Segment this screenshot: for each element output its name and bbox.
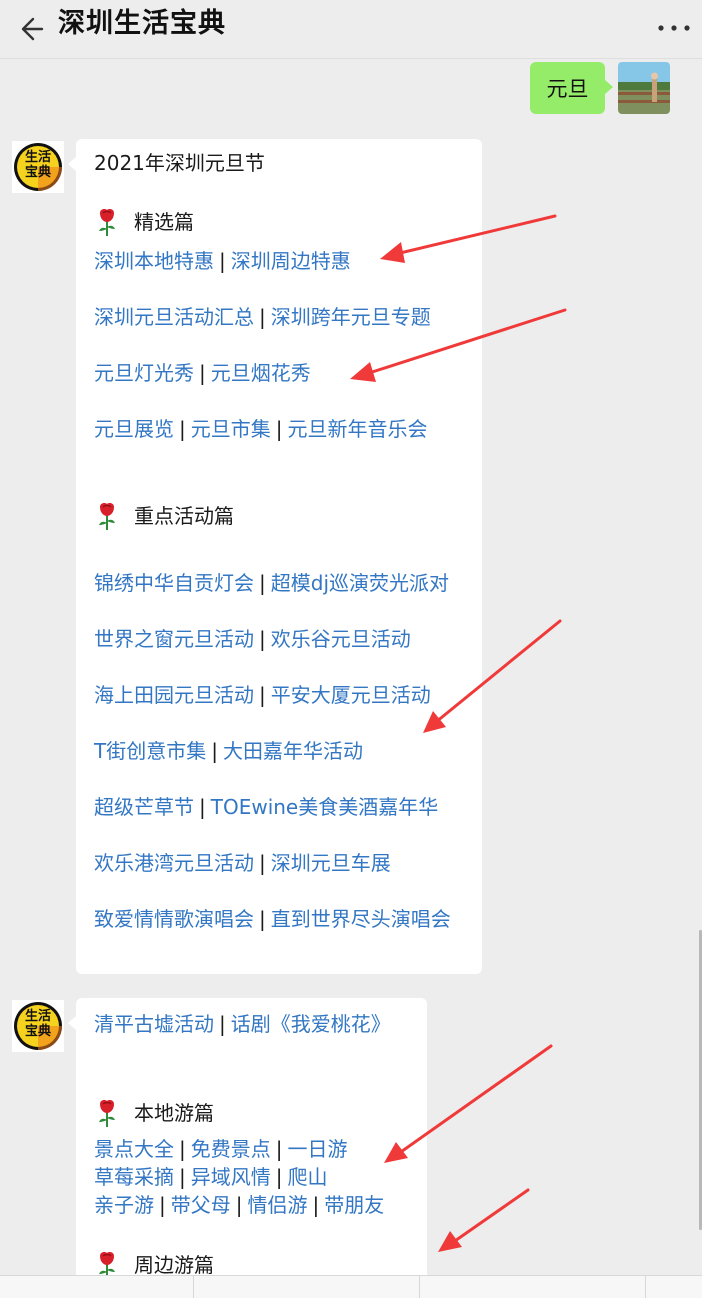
incoming-message: 清平古墟活动 | 话剧《我爱桃花》 本地游篇 景点大全 | 免费景点 | 一日游 草莓采摘 |… xyxy=(68,998,427,1288)
link[interactable]: 世界之窗元旦活动 xyxy=(94,627,254,651)
landscape-photo-icon xyxy=(618,62,670,114)
incoming-message: 2021年深圳元旦节 精选篇 深圳本地特惠 | 深圳周边特惠 深圳元旦活动汇总 | 深圳… xyxy=(68,139,482,974)
link[interactable]: 致爱情情歌演唱会 xyxy=(94,907,254,931)
more-dots-icon[interactable] xyxy=(656,20,692,36)
link-row: 景点大全 | 免费景点 | 一日游 xyxy=(94,1137,348,1161)
link-row: 海上田园元旦活动 | 平安大厦元旦活动 xyxy=(94,683,431,707)
link[interactable]: 大田嘉年华活动 xyxy=(223,739,363,763)
menu-tab[interactable] xyxy=(194,1276,420,1298)
link[interactable]: 锦绣中华自贡灯会 xyxy=(94,571,254,595)
rose-icon xyxy=(99,1100,115,1127)
link-row: 亲子游 | 带父母 | 情侣游 | 带朋友 xyxy=(94,1193,385,1217)
link-row: 世界之窗元旦活动 | 欢乐谷元旦活动 xyxy=(94,627,411,651)
outgoing-message-text: 元旦 xyxy=(546,77,589,101)
my-avatar[interactable] xyxy=(618,62,670,114)
red-arrow-icon xyxy=(438,1188,530,1252)
link[interactable]: 话剧《我爱桃花》 xyxy=(231,1012,391,1036)
bot-avatar[interactable]: 生活 宝典 xyxy=(12,1000,64,1052)
logo-text-top: 生活 xyxy=(24,1009,51,1024)
link[interactable]: 带父母 xyxy=(171,1193,231,1217)
link-row: 致爱情情歌演唱会 | 直到世界尽头演唱会 xyxy=(94,907,451,931)
section-heading-text: 重点活动篇 xyxy=(134,504,234,528)
link-row: 锦绣中华自贡灯会 | 超模dj巡演荧光派对 xyxy=(94,571,450,595)
link[interactable]: 海上田园元旦活动 xyxy=(94,683,254,707)
chat-title: 深圳生活宝典 xyxy=(58,8,226,39)
message-title: 2021年深圳元旦节 xyxy=(94,151,265,175)
link[interactable]: 平安大厦元旦活动 xyxy=(271,683,431,707)
link[interactable]: 元旦展览 xyxy=(94,417,174,441)
link-row: 欢乐港湾元旦活动 | 深圳元旦车展 xyxy=(94,851,391,875)
link[interactable]: T街创意市集 xyxy=(94,739,206,763)
link-row: 深圳元旦活动汇总 | 深圳跨年元旦专题 xyxy=(94,305,431,329)
logo-text-top: 生活 xyxy=(24,150,51,165)
link-row: 深圳本地特惠 | 深圳周边特惠 xyxy=(94,249,351,273)
link-row: 清平古墟活动 | 话剧《我爱桃花》 xyxy=(94,1012,391,1036)
link[interactable]: 一日游 xyxy=(288,1137,348,1161)
link[interactable]: 欢乐港湾元旦活动 xyxy=(94,851,254,875)
link[interactable]: 超模dj巡演荧光派对 xyxy=(271,571,449,595)
section-heading: 本地游篇 xyxy=(94,1098,214,1128)
link[interactable]: 超级芒草节 xyxy=(94,795,194,819)
section-heading-text: 本地游篇 xyxy=(134,1101,214,1125)
rose-icon xyxy=(99,209,115,236)
link[interactable]: 深圳跨年元旦专题 xyxy=(271,305,431,329)
link-row: 草莓采摘 | 异域风情 | 爬山 xyxy=(94,1165,328,1189)
link[interactable]: 带朋友 xyxy=(324,1193,384,1217)
bot-avatar[interactable]: 生活 宝典 xyxy=(12,141,64,193)
link-row: T街创意市集 | 大田嘉年华活动 xyxy=(94,739,363,763)
outgoing-message[interactable]: 元旦 xyxy=(530,62,613,114)
top-bar: 深圳生活宝典 xyxy=(0,0,702,59)
rose-icon xyxy=(99,503,115,530)
link[interactable]: 元旦灯光秀 xyxy=(94,361,194,385)
link[interactable]: 元旦新年音乐会 xyxy=(288,417,428,441)
link[interactable]: 情侣游 xyxy=(248,1193,308,1217)
link[interactable]: TOEwine美食美酒嘉年华 xyxy=(211,795,439,819)
link[interactable]: 景点大全 xyxy=(94,1137,174,1161)
link[interactable]: 免费景点 xyxy=(191,1137,271,1161)
section-heading: 精选篇 xyxy=(94,207,194,237)
link[interactable]: 爬山 xyxy=(288,1165,328,1189)
link[interactable]: 草莓采摘 xyxy=(94,1165,174,1189)
link[interactable]: 欢乐谷元旦活动 xyxy=(271,627,411,651)
link[interactable]: 异域风情 xyxy=(191,1165,271,1189)
link[interactable]: 元旦烟花秀 xyxy=(211,361,311,385)
link[interactable]: 深圳元旦活动汇总 xyxy=(94,305,254,329)
link[interactable]: 亲子游 xyxy=(94,1193,154,1217)
logo-text-bottom: 宝典 xyxy=(24,1024,51,1039)
link-row: 元旦灯光秀 | 元旦烟花秀 xyxy=(94,361,311,385)
bottom-menu-bar xyxy=(0,1275,702,1298)
link[interactable]: 深圳周边特惠 xyxy=(231,249,351,273)
link[interactable]: 深圳本地特惠 xyxy=(94,249,214,273)
section-heading: 重点活动篇 xyxy=(94,501,234,531)
section-heading-text: 精选篇 xyxy=(134,210,194,234)
link[interactable]: 深圳元旦车展 xyxy=(271,851,391,875)
link[interactable]: 元旦市集 xyxy=(191,417,271,441)
menu-tab[interactable] xyxy=(420,1276,646,1298)
link-row: 元旦展览 | 元旦市集 | 元旦新年音乐会 xyxy=(94,417,428,441)
logo-text-bottom: 宝典 xyxy=(24,165,51,180)
link-row: 超级芒草节 | TOEwine美食美酒嘉年华 xyxy=(94,795,439,819)
link[interactable]: 直到世界尽头演唱会 xyxy=(271,907,451,931)
menu-tab[interactable] xyxy=(0,1276,194,1298)
link[interactable]: 清平古墟活动 xyxy=(94,1012,214,1036)
arrow-left-icon[interactable] xyxy=(18,12,52,46)
